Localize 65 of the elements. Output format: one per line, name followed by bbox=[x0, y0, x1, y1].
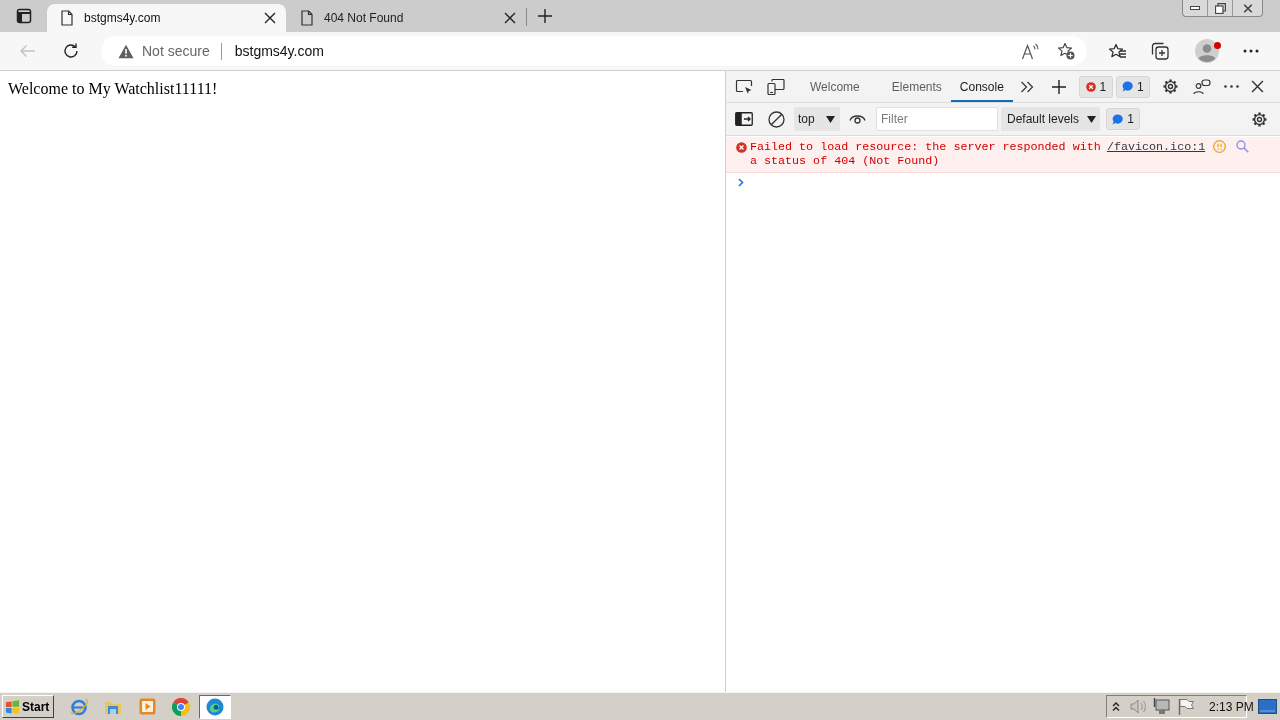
sidebar-icon[interactable] bbox=[735, 112, 753, 126]
warning-icon bbox=[118, 43, 134, 59]
show-desktop-icon[interactable] bbox=[1258, 699, 1277, 714]
browser-tab[interactable]: bstgms4y.com bbox=[47, 4, 286, 32]
settings-icon[interactable] bbox=[1251, 110, 1268, 128]
plus-icon[interactable] bbox=[537, 8, 553, 24]
device-icon[interactable] bbox=[767, 78, 785, 95]
minimize-icon bbox=[1190, 6, 1200, 10]
reload-icon[interactable] bbox=[62, 42, 80, 60]
close-icon[interactable] bbox=[264, 12, 276, 24]
levels-dropdown[interactable]: Default levels bbox=[1001, 107, 1100, 131]
play-icon bbox=[138, 698, 156, 715]
close-icon[interactable] bbox=[1250, 80, 1264, 93]
source-link[interactable]: /favicon.ico:1 bbox=[1107, 140, 1206, 154]
error-count-badge[interactable]: 1 bbox=[1078, 75, 1113, 98]
plus-icon[interactable] bbox=[1050, 78, 1067, 95]
message-bubble-icon bbox=[1112, 113, 1124, 125]
read-aloud-icon[interactable] bbox=[1021, 42, 1039, 60]
settings-icon[interactable] bbox=[1161, 78, 1179, 95]
document-icon bbox=[300, 10, 314, 26]
prompt-chevron-icon bbox=[738, 178, 744, 187]
inspect-icon[interactable] bbox=[735, 78, 753, 95]
devtools-tab[interactable]: Elements bbox=[882, 71, 951, 102]
collections-icon[interactable] bbox=[1151, 42, 1169, 60]
close-icon bbox=[1242, 3, 1253, 13]
close-icon[interactable] bbox=[504, 12, 516, 24]
profile-button[interactable] bbox=[1195, 38, 1220, 64]
flag-icon[interactable] bbox=[1178, 698, 1194, 715]
start-button[interactable]: Start bbox=[2, 695, 54, 718]
windows-flag-icon bbox=[5, 699, 20, 714]
e-globe-icon bbox=[70, 697, 88, 716]
network-icon[interactable] bbox=[1153, 698, 1170, 715]
context-dropdown[interactable]: top bbox=[794, 107, 840, 131]
wave-logo-icon bbox=[206, 697, 224, 716]
chevron-up-icon[interactable] bbox=[1111, 701, 1121, 712]
security-label: Not secure bbox=[142, 41, 210, 61]
favorites-icon[interactable] bbox=[1108, 43, 1127, 59]
error-icon bbox=[1085, 81, 1096, 92]
filter-field[interactable]: Filter bbox=[876, 107, 998, 131]
add-favorite-icon[interactable] bbox=[1057, 42, 1075, 60]
people-icon[interactable] bbox=[1192, 78, 1211, 95]
round-logo-icon bbox=[172, 697, 190, 716]
sidebar-panel-icon[interactable] bbox=[15, 8, 32, 24]
more-tabs-icon[interactable] bbox=[1019, 80, 1034, 93]
taskbar-button[interactable] bbox=[199, 694, 231, 719]
error-icon bbox=[736, 142, 747, 153]
issues-badge[interactable]: 1 bbox=[1106, 108, 1140, 130]
devtools-tab[interactable]: Welcome bbox=[801, 71, 869, 102]
restore-icon bbox=[1214, 2, 1226, 14]
document-icon bbox=[60, 10, 74, 26]
search-icon[interactable] bbox=[1236, 140, 1250, 153]
more-icon[interactable] bbox=[1243, 49, 1259, 53]
address-bar[interactable]: Not secure bstgms4y.com bbox=[101, 36, 1087, 66]
message-bubble-icon bbox=[1122, 81, 1133, 92]
console-message: Failed to load resource: the server responded with a status of 404 (Not Found) bbox=[750, 140, 1102, 168]
caret-icon bbox=[826, 115, 835, 123]
avatar-icon bbox=[1195, 38, 1219, 63]
caret-icon bbox=[1087, 115, 1096, 123]
url-text: bstgms4y.com bbox=[234, 41, 324, 61]
more-icon[interactable] bbox=[1223, 85, 1239, 88]
page-heading: Welcome to My Watchlist11111! bbox=[8, 79, 218, 99]
clear-icon[interactable] bbox=[768, 110, 785, 128]
eye-icon[interactable] bbox=[849, 113, 866, 125]
clock[interactable]: 2:13 PM bbox=[1209, 697, 1254, 716]
message-count-badge[interactable]: 1 bbox=[1115, 75, 1150, 98]
